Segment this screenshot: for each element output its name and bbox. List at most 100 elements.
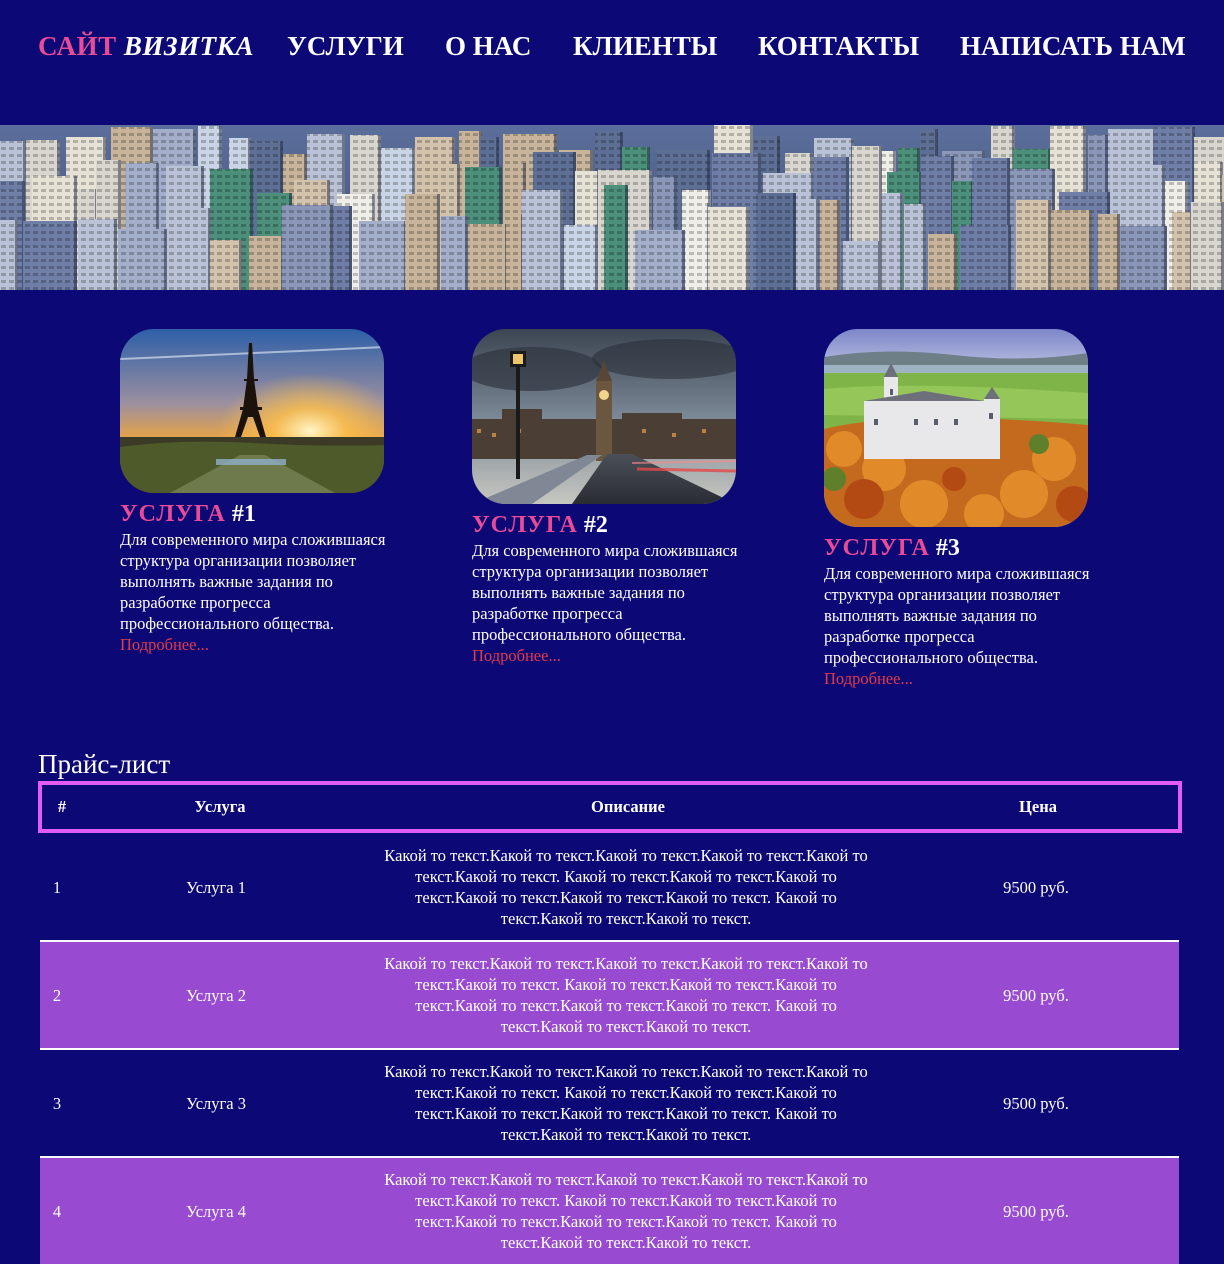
skyline-shadow (682, 230, 685, 290)
service-description: Для современного мира сложившаяся структ… (824, 564, 1090, 667)
city-skyline-image (0, 125, 1224, 290)
row-price: 9500 руб. (1003, 985, 1069, 1005)
eiffel-tower-photo (120, 329, 384, 493)
header-service: Услуга (194, 797, 246, 816)
skyline-shadow (625, 185, 628, 290)
skyline-windows (78, 219, 117, 290)
row-number: 1 (52, 877, 62, 897)
skyline-windows (604, 185, 628, 290)
skyline-shadow (954, 234, 957, 290)
skyline-windows (441, 216, 468, 290)
skyline-shadow (816, 199, 819, 290)
logo-part-2: ВИЗИТКА (123, 31, 254, 61)
row-description: Какой то текст.Какой то текст.Какой то т… (384, 846, 868, 928)
skyline-shadow (330, 205, 333, 290)
skyline-shadow (114, 219, 117, 290)
row-description: Какой то текст.Какой то текст.Какой то т… (384, 1170, 868, 1252)
price-table-header: # Услуга Описание Цена (38, 781, 1182, 833)
skyline-shadow (74, 221, 77, 290)
skyline-windows (170, 208, 211, 290)
skyline-shadow (560, 190, 563, 290)
skyline-windows (1051, 210, 1092, 290)
row-number: 2 (52, 985, 62, 1005)
service-title: УСЛУГА #3 (824, 535, 960, 561)
skyline-windows (1098, 214, 1120, 290)
service-description: Для современного мира сложившаяся структ… (120, 530, 386, 633)
skyline-shadow (1048, 200, 1051, 290)
skyline-shadow (437, 194, 440, 290)
row-description: Какой то текст.Какой то текст.Какой то т… (384, 1062, 868, 1144)
service-description: Для современного мира сложившаяся структ… (472, 541, 738, 644)
row-service: Услуга 2 (186, 985, 246, 1005)
skyline-shadow (793, 193, 796, 290)
skyline-shadow (595, 225, 598, 290)
skyline-shadow (900, 193, 903, 290)
skyline-windows (1191, 202, 1224, 290)
table-row: 2 Услуга 2 Какой то текст.Какой то текст… (40, 942, 1179, 1050)
skyline-shadow (746, 207, 749, 290)
row-service: Услуга 3 (186, 1093, 246, 1113)
skyline-windows (882, 193, 903, 290)
skyline-windows (1172, 212, 1193, 290)
skyline-shadow (837, 200, 840, 290)
table-row: 3 Услуга 3 Какой то текст.Какой то текст… (40, 1050, 1179, 1158)
skyline-windows (118, 229, 167, 290)
service-title: УСЛУГА #2 (472, 512, 608, 538)
skyline-shadow (878, 241, 881, 290)
skyline-windows (960, 225, 1011, 290)
service-card-3: УСЛУГА #3 Для современного мира сложивша… (824, 329, 1089, 689)
skyline-windows (708, 207, 749, 290)
price-list-title: Прайс-лист (38, 749, 171, 779)
skyline-windows (904, 204, 926, 290)
read-more-link[interactable]: Подробнее... (824, 668, 1088, 689)
row-number: 4 (52, 1201, 62, 1221)
skyline-windows (282, 205, 333, 290)
nav-item-contacts[interactable]: КОНТАКТЫ (758, 31, 919, 62)
logo-part-1: САЙТ (38, 31, 117, 61)
skyline-windows (928, 234, 957, 290)
nav-item-clients[interactable]: КЛИЕНТЫ (573, 31, 717, 62)
skyline-windows (843, 241, 881, 290)
read-more-link[interactable]: Подробнее... (120, 634, 384, 655)
header-number: # (57, 797, 67, 816)
neuschwanstein-castle-photo (824, 329, 1088, 527)
service-card-2: УСЛУГА #2 Для современного мира сложивша… (472, 329, 737, 666)
service-card-1: УСЛУГА #1 Для современного мира сложивша… (120, 329, 385, 655)
skyline-shadow (1117, 214, 1120, 290)
skyline-shadow (923, 204, 926, 290)
row-number: 3 (52, 1093, 62, 1113)
nav-item-services[interactable]: УСЛУГИ (287, 31, 404, 62)
skyline-shadow (1164, 226, 1167, 290)
top-navigation: САЙТ ВИЗИТКА УСЛУГИ О НАС КЛИЕНТЫ КОНТАК… (0, 0, 1224, 125)
skyline-shadow (239, 240, 242, 290)
skyline-shadow (164, 229, 167, 290)
read-more-link[interactable]: Подробнее... (472, 645, 736, 666)
header-description: Описание (591, 797, 665, 816)
row-service: Услуга 4 (186, 1201, 246, 1221)
skyline-windows (522, 190, 563, 290)
big-ben-photo (472, 329, 736, 504)
table-row: 1 Услуга 1 Какой то текст.Какой то текст… (40, 834, 1179, 942)
table-row: 4 Услуга 4 Какой то текст.Какой то текст… (40, 1158, 1179, 1264)
skyline-windows (635, 230, 685, 290)
skyline-shadow (1089, 210, 1092, 290)
header-price: Цена (1019, 797, 1057, 816)
skyline-windows (564, 225, 598, 290)
skyline-shadow (465, 216, 468, 290)
skyline-shadow (1008, 225, 1011, 290)
skyline-windows (468, 224, 508, 290)
row-price: 9500 руб. (1003, 877, 1069, 897)
skyline-shadow (15, 220, 18, 290)
nav-item-about[interactable]: О НАС (445, 31, 531, 62)
nav-item-write-us[interactable]: НАПИСАТЬ НАМ (960, 31, 1186, 62)
row-service: Услуга 1 (186, 877, 246, 897)
skyline-windows (405, 194, 440, 290)
site-logo[interactable]: САЙТ ВИЗИТКА (38, 31, 254, 62)
skyline-windows (359, 221, 407, 290)
skyline-windows (1120, 226, 1167, 290)
skyline-windows (249, 236, 284, 290)
row-description: Какой то текст.Какой то текст.Какой то т… (384, 954, 868, 1036)
skyline-shadow (349, 206, 352, 290)
skyline-windows (23, 221, 77, 290)
hero-city-banner (0, 125, 1224, 290)
